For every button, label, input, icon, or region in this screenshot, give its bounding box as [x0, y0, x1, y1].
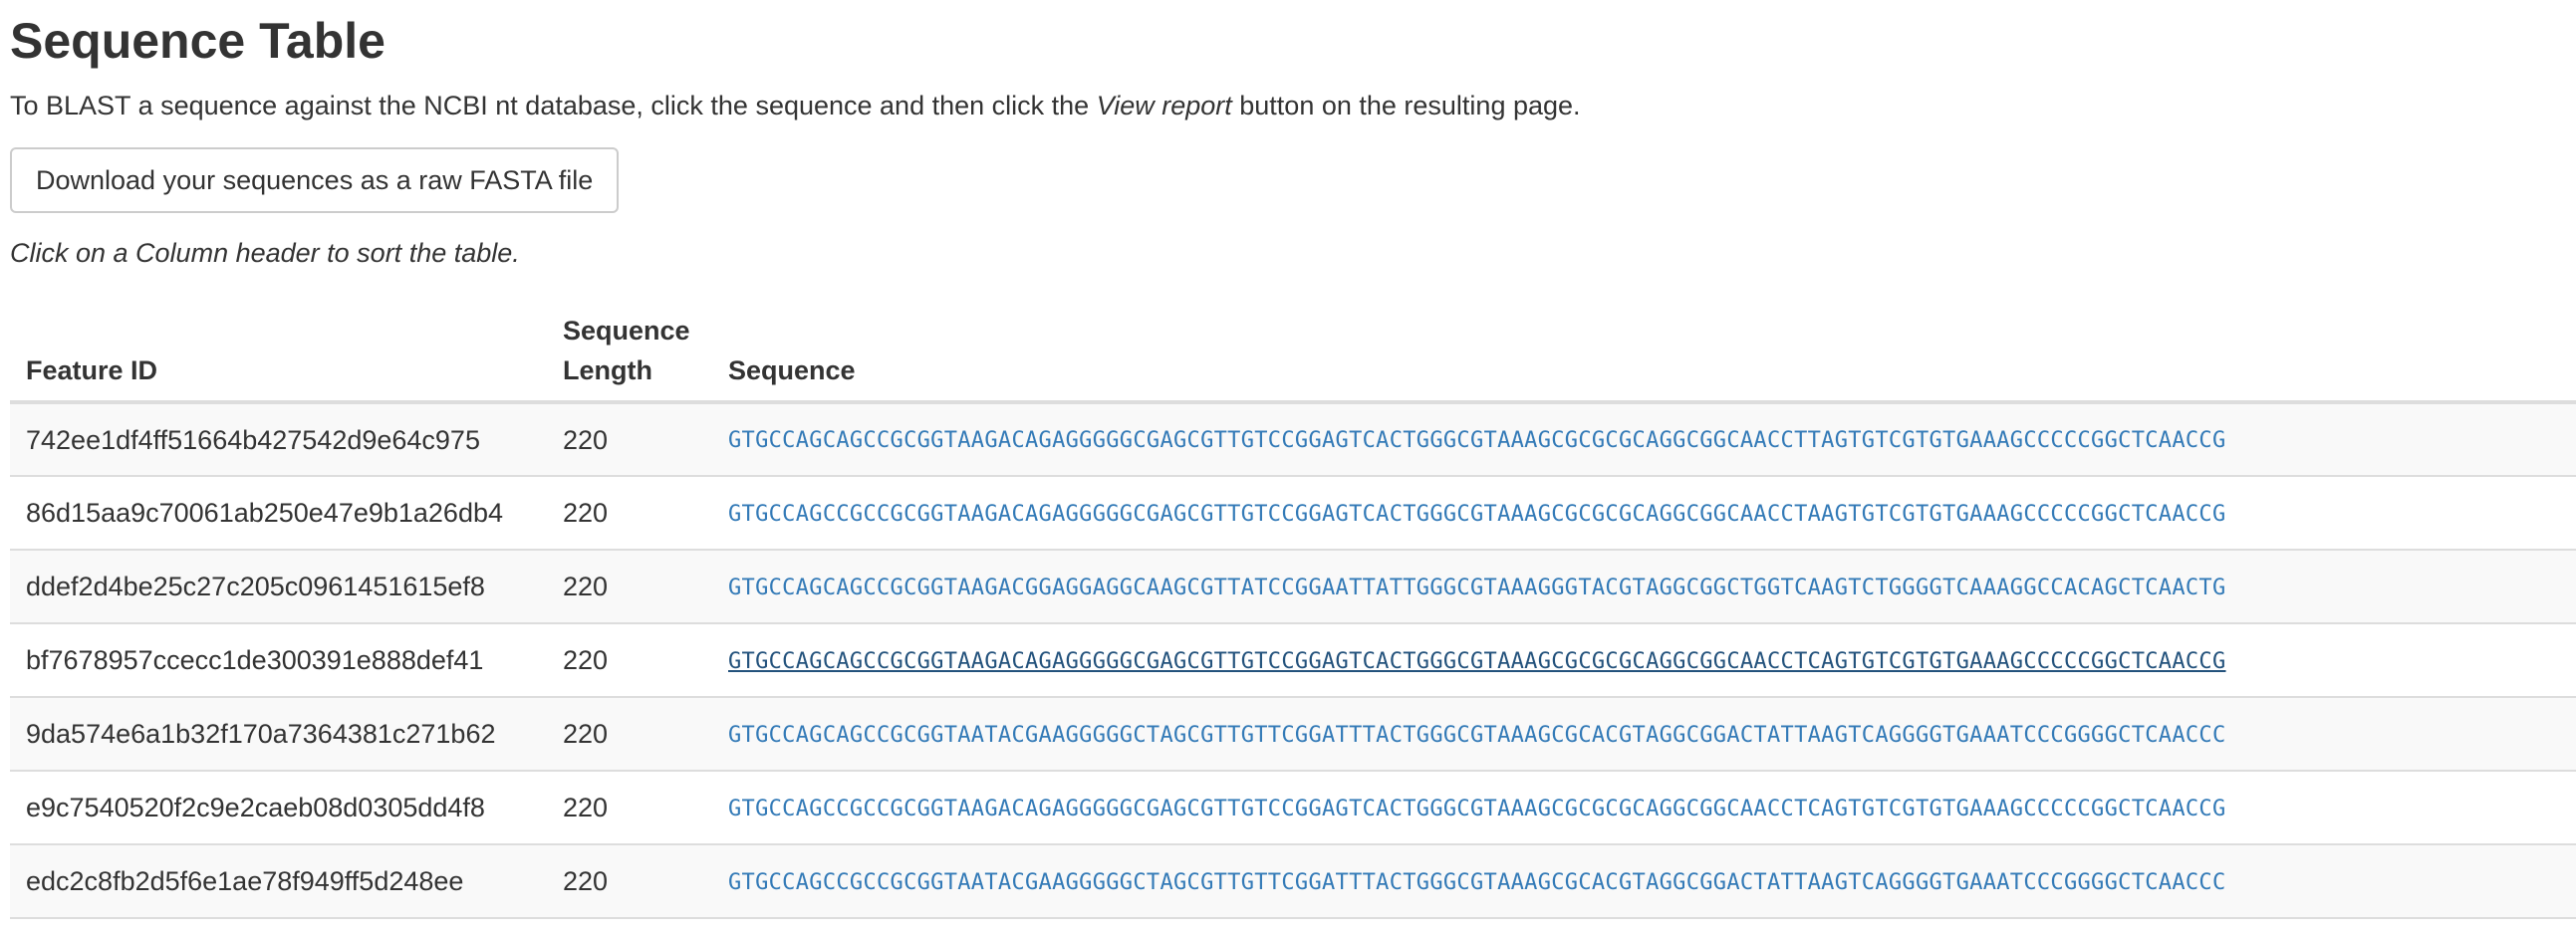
sequence-length-cell: 220: [547, 401, 712, 476]
sequence-cell: GTGCCAGCCGCCGCGGTAAGACAGAGGGGGCGAGCGTTGT…: [712, 475, 2576, 550]
table-row: bf7678957ccecc1de300391e888def41 220 GTGCC…: [10, 622, 2576, 697]
sequence-link[interactable]: GTGCCAGCCGCCGCGGTAATACGAAGGGGGCTAGCGTTGT…: [728, 870, 2226, 895]
feature-id-cell: edc2c8fb2d5f6e1ae78f949ff5d248ee: [10, 843, 547, 919]
sequence-cell: GTGCCAGCAGCCGCGGTAAGACGGAGGAGGCAAGCGTTAT…: [712, 549, 2576, 623]
feature-id-cell: 742ee1df4ff51664b427542d9e64c975: [10, 401, 547, 476]
sequence-link[interactable]: GTGCCAGCAGCCGCGGTAAGACAGAGGGGGCGAGCGTTGT…: [728, 649, 2226, 674]
sequence-link[interactable]: GTGCCAGCCGCCGCGGTAAGACAGAGGGGGCGAGCGTTGT…: [728, 502, 2226, 527]
sequence-length-cell: 220: [547, 843, 712, 919]
sequence-length-cell: 220: [547, 549, 712, 623]
table-row: 9da574e6a1b32f170a7364381c271b62 220 GTGCC…: [10, 696, 2576, 771]
page: Sequence Table To BLAST a sequence again…: [0, 0, 2576, 930]
feature-id-cell: e9c7540520f2c9e2caeb08d0305dd4f8: [10, 770, 547, 844]
sequence-link[interactable]: GTGCCAGCCGCCGCGGTAAGACAGAGGGGGCGAGCGTTGT…: [728, 797, 2226, 821]
page-title: Sequence Table: [10, 13, 386, 69]
table-body: 742ee1df4ff51664b427542d9e64c975 220 GTGCC…: [10, 401, 2576, 919]
sequence-link[interactable]: GTGCCAGCAGCCGCGGTAAGACGGAGGAGGCAAGCGTTAT…: [728, 576, 2226, 600]
intro-text-after: button on the resulting page.: [1231, 91, 1581, 120]
table-row: 86d15aa9c70061ab250e47e9b1a26db4 220 GTGCC…: [10, 475, 2576, 550]
column-header-sequence-length[interactable]: Sequence Length: [547, 299, 712, 404]
column-header-sequence[interactable]: Sequence: [712, 299, 2576, 404]
sequence-length-cell: 220: [547, 622, 712, 697]
sequence-link[interactable]: GTGCCAGCAGCCGCGGTAAGACAGAGGGGGCGAGCGTTGT…: [728, 428, 2226, 453]
intro-text: To BLAST a sequence against the NCBI nt …: [10, 88, 1581, 123]
table-row: ddef2d4be25c27c205c0961451615ef8 220 GTGCC…: [10, 549, 2576, 623]
sequence-cell: GTGCCAGCAGCCGCGGTAAGACAGAGGGGGCGAGCGTTGT…: [712, 401, 2576, 476]
feature-id-cell: 86d15aa9c70061ab250e47e9b1a26db4: [10, 475, 547, 550]
column-header-feature-id[interactable]: Feature ID: [10, 299, 547, 404]
sequence-length-cell: 220: [547, 770, 712, 844]
sequence-cell: GTGCCAGCCGCCGCGGTAATACGAAGGGGGCTAGCGTTGT…: [712, 843, 2576, 919]
sequence-table-container: Feature ID Sequence Length Sequence 742e…: [10, 299, 2576, 930]
download-fasta-button[interactable]: Download your sequences as a raw FASTA f…: [10, 147, 620, 213]
sort-instruction: Click on a Column header to sort the tab…: [10, 238, 520, 268]
sequence-length-cell: 220: [547, 475, 712, 550]
sequence-length-cell: 220: [547, 696, 712, 771]
sequence-cell: GTGCCAGCAGCCGCGGTAATACGAAGGGGGCTAGCGTTGT…: [712, 696, 2576, 771]
intro-text-before: To BLAST a sequence against the NCBI nt …: [10, 91, 1097, 120]
sequence-cell: GTGCCAGCCGCCGCGGTAAGACAGAGGGGGCGAGCGTTGT…: [712, 770, 2576, 844]
table-row: e9c7540520f2c9e2caeb08d0305dd4f8 220 GTGCC…: [10, 770, 2576, 844]
table-header-row: Feature ID Sequence Length Sequence: [10, 299, 2576, 404]
table-header: Feature ID Sequence Length Sequence: [10, 299, 2576, 404]
intro-text-emphasis: View report: [1096, 91, 1232, 120]
sequence-table: Feature ID Sequence Length Sequence 742e…: [10, 299, 2576, 919]
table-row: 742ee1df4ff51664b427542d9e64c975 220 GTGCC…: [10, 401, 2576, 476]
table-row: edc2c8fb2d5f6e1ae78f949ff5d248ee 220 GTGCC…: [10, 843, 2576, 919]
feature-id-cell: 9da574e6a1b32f170a7364381c271b62: [10, 696, 547, 771]
feature-id-cell: ddef2d4be25c27c205c0961451615ef8: [10, 549, 547, 623]
sequence-cell: GTGCCAGCAGCCGCGGTAAGACAGAGGGGGCGAGCGTTGT…: [712, 622, 2576, 697]
feature-id-cell: bf7678957ccecc1de300391e888def41: [10, 622, 547, 697]
sequence-link[interactable]: GTGCCAGCAGCCGCGGTAATACGAAGGGGGCTAGCGTTGT…: [728, 723, 2226, 748]
